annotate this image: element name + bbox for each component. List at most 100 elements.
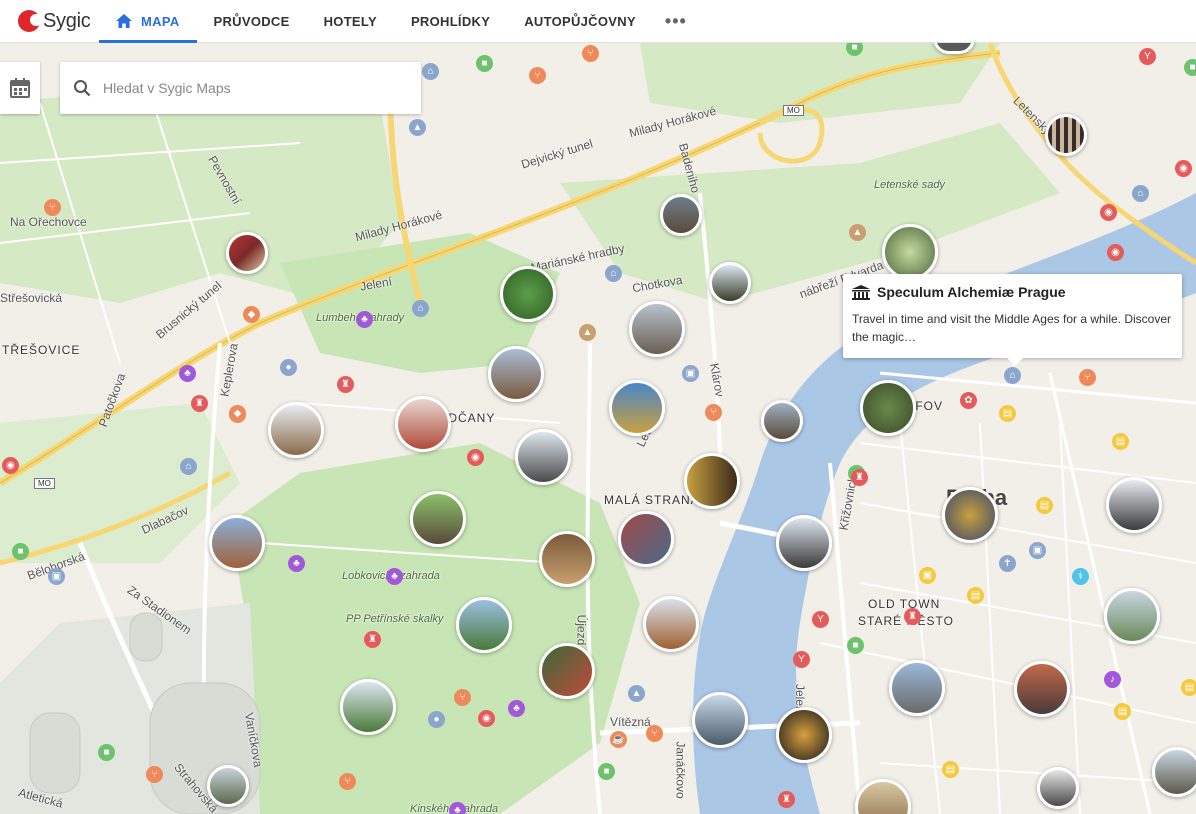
attraction-pin-icon[interactable]: ♜ <box>337 376 354 393</box>
nav-item-autopujcovny[interactable]: AUTOPŮJČOVNY <box>507 0 653 43</box>
attraction-pin-icon[interactable]: ♜ <box>851 469 868 486</box>
landmark-pin-icon[interactable]: ▲ <box>849 224 866 241</box>
poi-photo-marker[interactable] <box>1014 661 1070 717</box>
attraction-pin-icon[interactable]: ♜ <box>904 608 921 625</box>
museum-pin-icon[interactable]: ⌂ <box>605 265 622 282</box>
camera-pin-icon[interactable]: ◉ <box>1107 244 1124 261</box>
museum-pin-icon[interactable]: ⌂ <box>412 300 429 317</box>
green-pin-icon[interactable]: ■ <box>12 543 29 560</box>
camera-pin-icon[interactable]: ◉ <box>478 710 495 727</box>
museum-pin-icon[interactable]: ⌂ <box>422 63 439 80</box>
poi-photo-marker[interactable] <box>609 380 665 436</box>
poi-photo-marker[interactable] <box>340 679 396 735</box>
poi-photo-marker[interactable] <box>539 531 595 587</box>
poi-photo-marker[interactable] <box>618 511 674 567</box>
poi-photo-marker[interactable] <box>1037 767 1079 809</box>
camera-pin-icon[interactable]: ◉ <box>2 457 19 474</box>
camera-pin-icon[interactable]: ◉ <box>1175 160 1192 177</box>
hotel-pin-icon[interactable]: ▤ <box>942 761 959 778</box>
info-pin-icon[interactable]: ▣ <box>48 568 65 585</box>
nav-item-hotely[interactable]: HOTELY <box>307 0 394 43</box>
museum-pin-icon[interactable]: ⌂ <box>180 458 197 475</box>
restaurant-pin-icon[interactable]: ⑂ <box>339 773 356 790</box>
hotel-pin-icon[interactable]: ▤ <box>1036 497 1053 514</box>
poi-photo-marker[interactable] <box>456 597 512 653</box>
poi-photo-marker[interactable] <box>410 491 466 547</box>
restaurant-pin-icon[interactable]: ⑂ <box>1079 369 1096 386</box>
shop-pin-icon[interactable]: ▣ <box>919 567 936 584</box>
hotel-pin-icon[interactable]: ▤ <box>1181 679 1196 696</box>
poi-photo-marker[interactable] <box>761 400 803 442</box>
poi-photo-marker[interactable] <box>488 346 544 402</box>
drink-pin-icon[interactable]: Y <box>812 611 829 628</box>
hotel-pin-icon[interactable]: ▤ <box>1112 433 1129 450</box>
museum-pin-icon[interactable]: ⌂ <box>1132 185 1149 202</box>
poi-photo-marker[interactable] <box>1106 477 1162 533</box>
poi-photo-marker[interactable] <box>660 194 702 236</box>
more-menu-button[interactable]: ••• <box>653 0 699 43</box>
poi-photo-marker[interactable] <box>629 301 685 357</box>
green-pin-icon[interactable]: ■ <box>98 744 115 761</box>
hotel-pin-icon[interactable]: ▤ <box>1114 703 1131 720</box>
poi-photo-marker[interactable] <box>395 396 451 452</box>
attraction-pin-icon[interactable]: ♜ <box>191 395 208 412</box>
poi-photo-marker[interactable] <box>500 266 556 322</box>
drop-pin-icon[interactable]: ◆ <box>229 405 246 422</box>
park-pin-icon[interactable]: ♣ <box>386 568 403 585</box>
poi-photo-marker[interactable] <box>776 707 832 763</box>
camera-pin-icon[interactable]: ◉ <box>1100 204 1117 221</box>
poi-photo-marker[interactable] <box>1152 747 1196 797</box>
restaurant-pin-icon[interactable]: ⑂ <box>529 67 546 84</box>
church-pin-icon[interactable]: ✝ <box>999 555 1016 572</box>
hotel-pin-icon[interactable]: ▤ <box>967 587 984 604</box>
attraction-pin-icon[interactable]: ♜ <box>778 791 795 808</box>
park-pin-icon[interactable]: ♣ <box>179 365 196 382</box>
poi-photo-marker[interactable] <box>776 515 832 571</box>
cafe-pin-icon[interactable]: ☕ <box>610 731 627 748</box>
info-pin-icon[interactable]: ▣ <box>1029 542 1046 559</box>
sight-pin-icon[interactable]: ◆ <box>243 306 260 323</box>
poi-photo-marker[interactable] <box>692 692 748 748</box>
park-pin-icon[interactable]: ♣ <box>356 311 373 328</box>
poi-photo-marker[interactable] <box>207 765 249 807</box>
attraction-pin-icon[interactable]: ♜ <box>364 631 381 648</box>
poi-photo-marker[interactable] <box>1104 588 1160 644</box>
poi-photo-marker[interactable] <box>515 429 571 485</box>
poi-photo-marker[interactable] <box>268 402 324 458</box>
landmark-pin-icon[interactable]: ▲ <box>579 324 596 341</box>
search-input[interactable] <box>103 80 403 96</box>
restaurant-pin-icon[interactable]: ⑂ <box>705 404 722 421</box>
location-pin-icon[interactable]: ● <box>428 711 445 728</box>
restaurant-pin-icon[interactable]: ⑂ <box>454 689 471 706</box>
green-pin-icon[interactable]: ■ <box>847 637 864 654</box>
poi-photo-marker[interactable] <box>860 380 916 436</box>
camera-pin-icon[interactable]: ◉ <box>467 449 484 466</box>
green-pin-icon[interactable]: ■ <box>598 763 615 780</box>
park-pin-icon[interactable]: ♣ <box>449 802 466 814</box>
green-pin-icon[interactable]: ■ <box>1184 59 1196 76</box>
poi-info-popup[interactable]: Speculum Alchemiæ Prague Travel in time … <box>843 274 1182 366</box>
park-pin-icon[interactable]: ♣ <box>288 555 305 572</box>
calendar-button[interactable] <box>0 62 40 114</box>
park-pin-icon[interactable]: ♣ <box>508 700 525 717</box>
poi-photo-marker[interactable] <box>643 596 699 652</box>
nav-item-prohlidky[interactable]: PROHLÍDKY <box>394 0 507 43</box>
nav-item-mapa[interactable]: MAPA <box>99 0 197 43</box>
info-pin-icon[interactable]: ▣ <box>682 365 699 382</box>
health-pin-icon[interactable]: ⚕ <box>1072 568 1089 585</box>
restaurant-pin-icon[interactable]: ⑂ <box>146 766 163 783</box>
green-pin-icon[interactable]: ■ <box>476 55 493 72</box>
drink-pin-icon[interactable]: Y <box>1139 48 1156 65</box>
poi-photo-marker[interactable] <box>942 487 998 543</box>
poi-photo-marker[interactable] <box>226 232 268 274</box>
music-pin-icon[interactable]: ♪ <box>1104 671 1121 688</box>
restaurant-pin-icon[interactable]: ⑂ <box>582 45 599 62</box>
poi-photo-marker[interactable] <box>539 643 595 699</box>
poi-photo-marker[interactable] <box>209 515 265 571</box>
museum-pin-icon[interactable]: ⌂ <box>1004 367 1021 384</box>
poi-photo-marker[interactable] <box>684 453 740 509</box>
poi-photo-marker[interactable] <box>889 660 945 716</box>
art-pin-icon[interactable]: ✿ <box>960 392 977 409</box>
restaurant-pin-icon[interactable]: ⑂ <box>646 725 663 742</box>
sight-pin-icon[interactable]: ▲ <box>409 119 426 136</box>
